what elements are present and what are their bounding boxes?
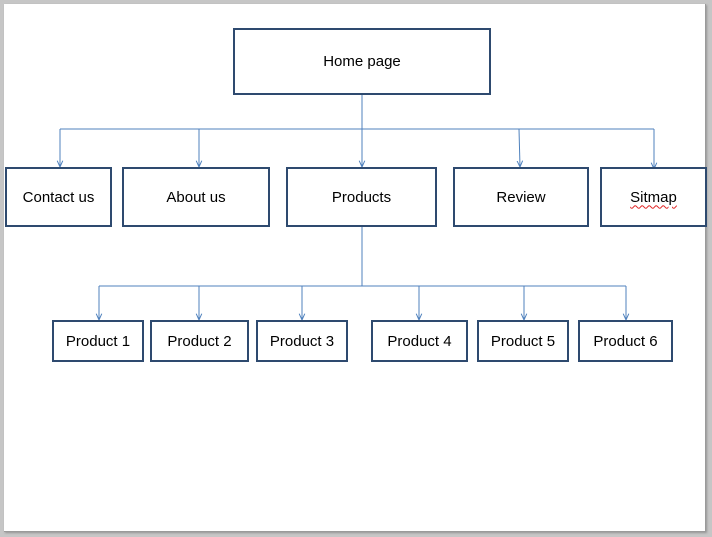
node-sitmap: Sitmap <box>600 167 707 227</box>
connector-to-review <box>519 128 520 167</box>
node-label: Products <box>331 188 392 206</box>
node-label: Product 4 <box>387 332 452 350</box>
slide-canvas: Home page Contact us About us Products R… <box>4 4 707 532</box>
node-product-1: Product 1 <box>52 320 144 362</box>
node-label: Product 1 <box>65 332 131 350</box>
node-label: Product 5 <box>490 332 556 350</box>
node-product-6: Product 6 <box>578 320 673 362</box>
node-product-2: Product 2 <box>150 320 249 362</box>
node-about-us: About us <box>122 167 270 227</box>
node-home-page: Home page <box>233 28 491 95</box>
node-label: Home page <box>323 53 401 70</box>
node-products: Products <box>286 167 437 227</box>
node-label: Review <box>496 188 546 206</box>
node-label: Contact us <box>22 188 95 206</box>
node-label: Product 6 <box>593 332 658 350</box>
node-product-5: Product 5 <box>477 320 569 362</box>
node-product-3: Product 3 <box>256 320 348 362</box>
node-product-4: Product 4 <box>371 320 468 362</box>
node-label: Product 3 <box>269 332 335 350</box>
node-contact-us: Contact us <box>5 167 112 227</box>
node-label: Product 2 <box>167 332 232 350</box>
node-review: Review <box>453 167 589 227</box>
node-label: About us <box>166 188 226 206</box>
node-label: Sitmap <box>630 188 677 206</box>
